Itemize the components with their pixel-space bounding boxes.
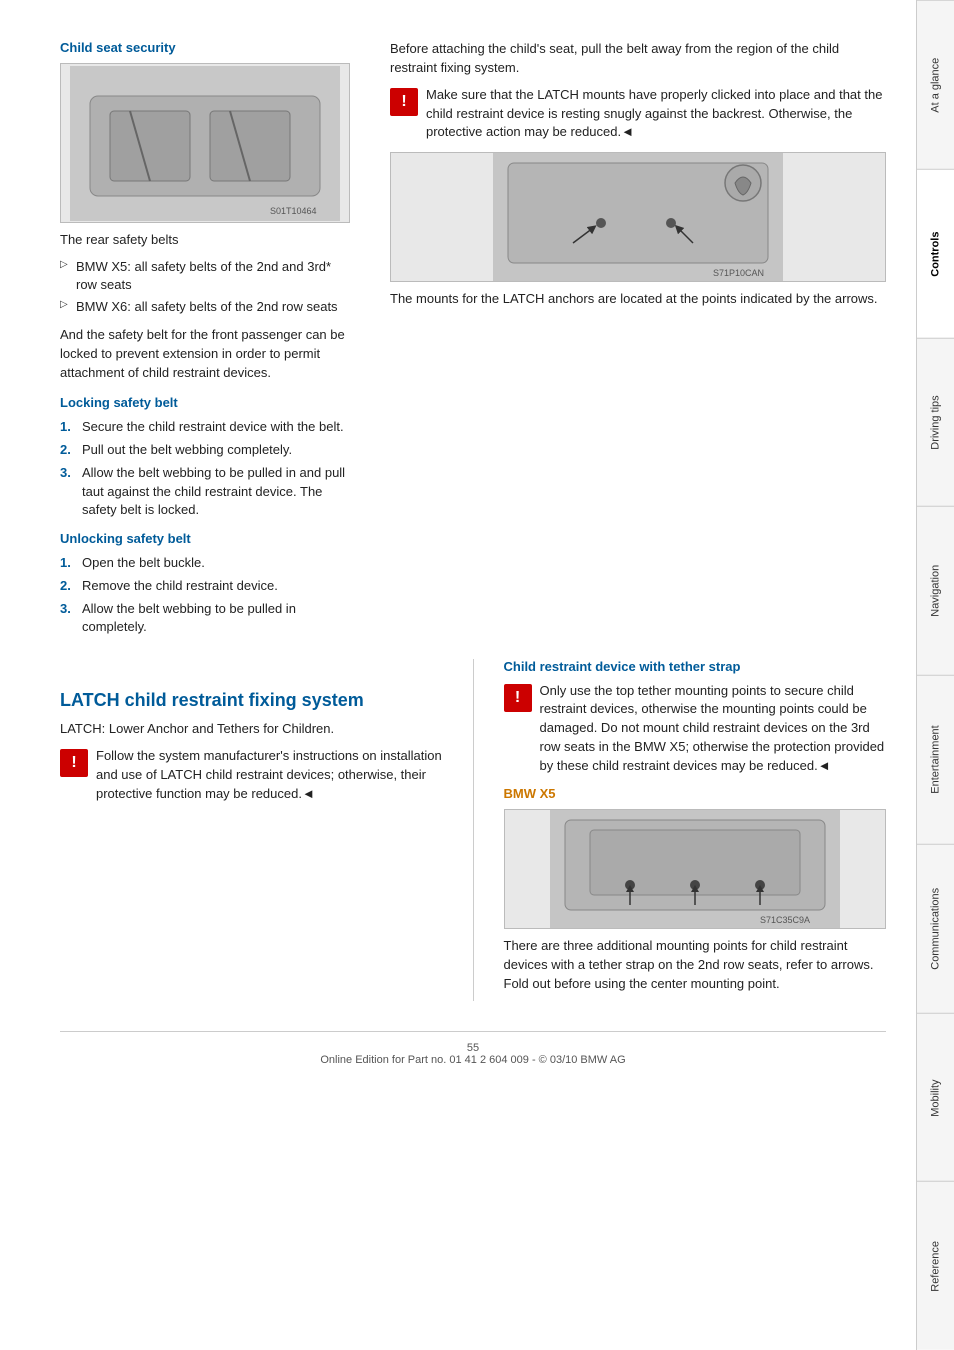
unlocking-belt-title: Unlocking safety belt	[60, 531, 350, 546]
latch-full-section: LATCH child restraint fixing system LATC…	[60, 659, 886, 1002]
bmw-x5-image: S71C35C9A	[504, 809, 887, 929]
page-wrapper: Child seat security S01T10464	[0, 0, 954, 1350]
sidebar-tab-controls[interactable]: Controls	[917, 169, 954, 338]
locking-belt-title: Locking safety belt	[60, 395, 350, 410]
unlocking-steps: 1.Open the belt buckle. 2.Remove the chi…	[60, 554, 350, 637]
unlocking-step-3: 3.Allow the belt webbing to be pulled in…	[60, 600, 350, 636]
warning-text-2: Follow the system manufacturer's instruc…	[96, 747, 443, 804]
locking-step-2: 2.Pull out the belt webbing completely.	[60, 441, 350, 459]
warning-icon-2: !	[60, 749, 88, 777]
latch-main-title: LATCH child restraint fixing system	[60, 689, 443, 712]
sidebar-tab-mobility[interactable]: Mobility	[917, 1013, 954, 1182]
rear-belts-caption: The rear safety belts	[60, 231, 350, 250]
tether-warning-box: ! Only use the top tether mounting point…	[504, 682, 887, 776]
svg-text:S71P10CAN: S71P10CAN	[713, 268, 764, 278]
locking-steps: 1.Secure the child restraint device with…	[60, 418, 350, 519]
latch-abbr: LATCH: Lower Anchor and Tethers for Chil…	[60, 720, 443, 739]
warning-text-3: Only use the top tether mounting points …	[540, 682, 887, 776]
sidebar-tab-reference[interactable]: Reference	[917, 1181, 954, 1350]
safety-belt-paragraph: And the safety belt for the front passen…	[60, 326, 350, 383]
latch-anchor-image: S71P10CAN	[390, 152, 886, 282]
latch-warning-1: ! Make sure that the LATCH mounts have p…	[390, 86, 886, 143]
sidebar-tab-communications[interactable]: Communications	[917, 844, 954, 1013]
right-column: Before attaching the child's seat, pull …	[390, 40, 886, 309]
main-content: Child seat security S01T10464	[0, 0, 916, 1350]
bullet-item: BMW X5: all safety belts of the 2nd and …	[60, 258, 350, 294]
bullets-list: BMW X5: all safety belts of the 2nd and …	[60, 258, 350, 317]
latch-anchor-caption: The mounts for the LATCH anchors are loc…	[390, 290, 886, 309]
sidebar-tab-at-a-glance[interactable]: At a glance	[917, 0, 954, 169]
car-seat-image: S01T10464	[60, 63, 350, 223]
left-column: Child seat security S01T10464	[60, 40, 370, 649]
footer-text: Online Edition for Part no. 01 41 2 604 …	[320, 1054, 625, 1066]
latch-left-col: LATCH child restraint fixing system LATC…	[60, 659, 443, 1002]
bmw-x5-title: BMW X5	[504, 786, 887, 801]
warning-text-1: Make sure that the LATCH mounts have pro…	[426, 86, 886, 143]
page-number: 55	[467, 1042, 479, 1054]
latch-two-col: LATCH child restraint fixing system LATC…	[60, 659, 886, 1002]
child-seat-security-title: Child seat security	[60, 40, 350, 55]
warning-icon-1: !	[390, 88, 418, 116]
sidebar-tab-driving-tips[interactable]: Driving tips	[917, 338, 954, 507]
latch-warning-box: ! Follow the system manufacturer's instr…	[60, 747, 443, 804]
bmw-x5-caption: There are three additional mounting poin…	[504, 937, 887, 994]
tether-strap-title: Child restraint device with tether strap	[504, 659, 887, 674]
sidebar-tab-navigation[interactable]: Navigation	[917, 506, 954, 675]
warning-icon-3: !	[504, 684, 532, 712]
sidebar-tab-entertainment[interactable]: Entertainment	[917, 675, 954, 844]
sidebar: At a glance Controls Driving tips Naviga…	[916, 0, 954, 1350]
svg-text:S71C35C9A: S71C35C9A	[760, 915, 810, 925]
latch-intro-paragraph: Before attaching the child's seat, pull …	[390, 40, 886, 78]
latch-right-col: Child restraint device with tether strap…	[504, 659, 887, 1002]
page-footer: 55 Online Edition for Part no. 01 41 2 6…	[60, 1031, 886, 1066]
unlocking-step-1: 1.Open the belt buckle.	[60, 554, 350, 572]
bullet-item: BMW X6: all safety belts of the 2nd row …	[60, 298, 350, 316]
svg-text:S01T10464: S01T10464	[270, 206, 317, 216]
unlocking-step-2: 2.Remove the child restraint device.	[60, 577, 350, 595]
col-divider	[473, 659, 474, 1002]
locking-step-1: 1.Secure the child restraint device with…	[60, 418, 350, 436]
locking-step-3: 3.Allow the belt webbing to be pulled in…	[60, 464, 350, 519]
